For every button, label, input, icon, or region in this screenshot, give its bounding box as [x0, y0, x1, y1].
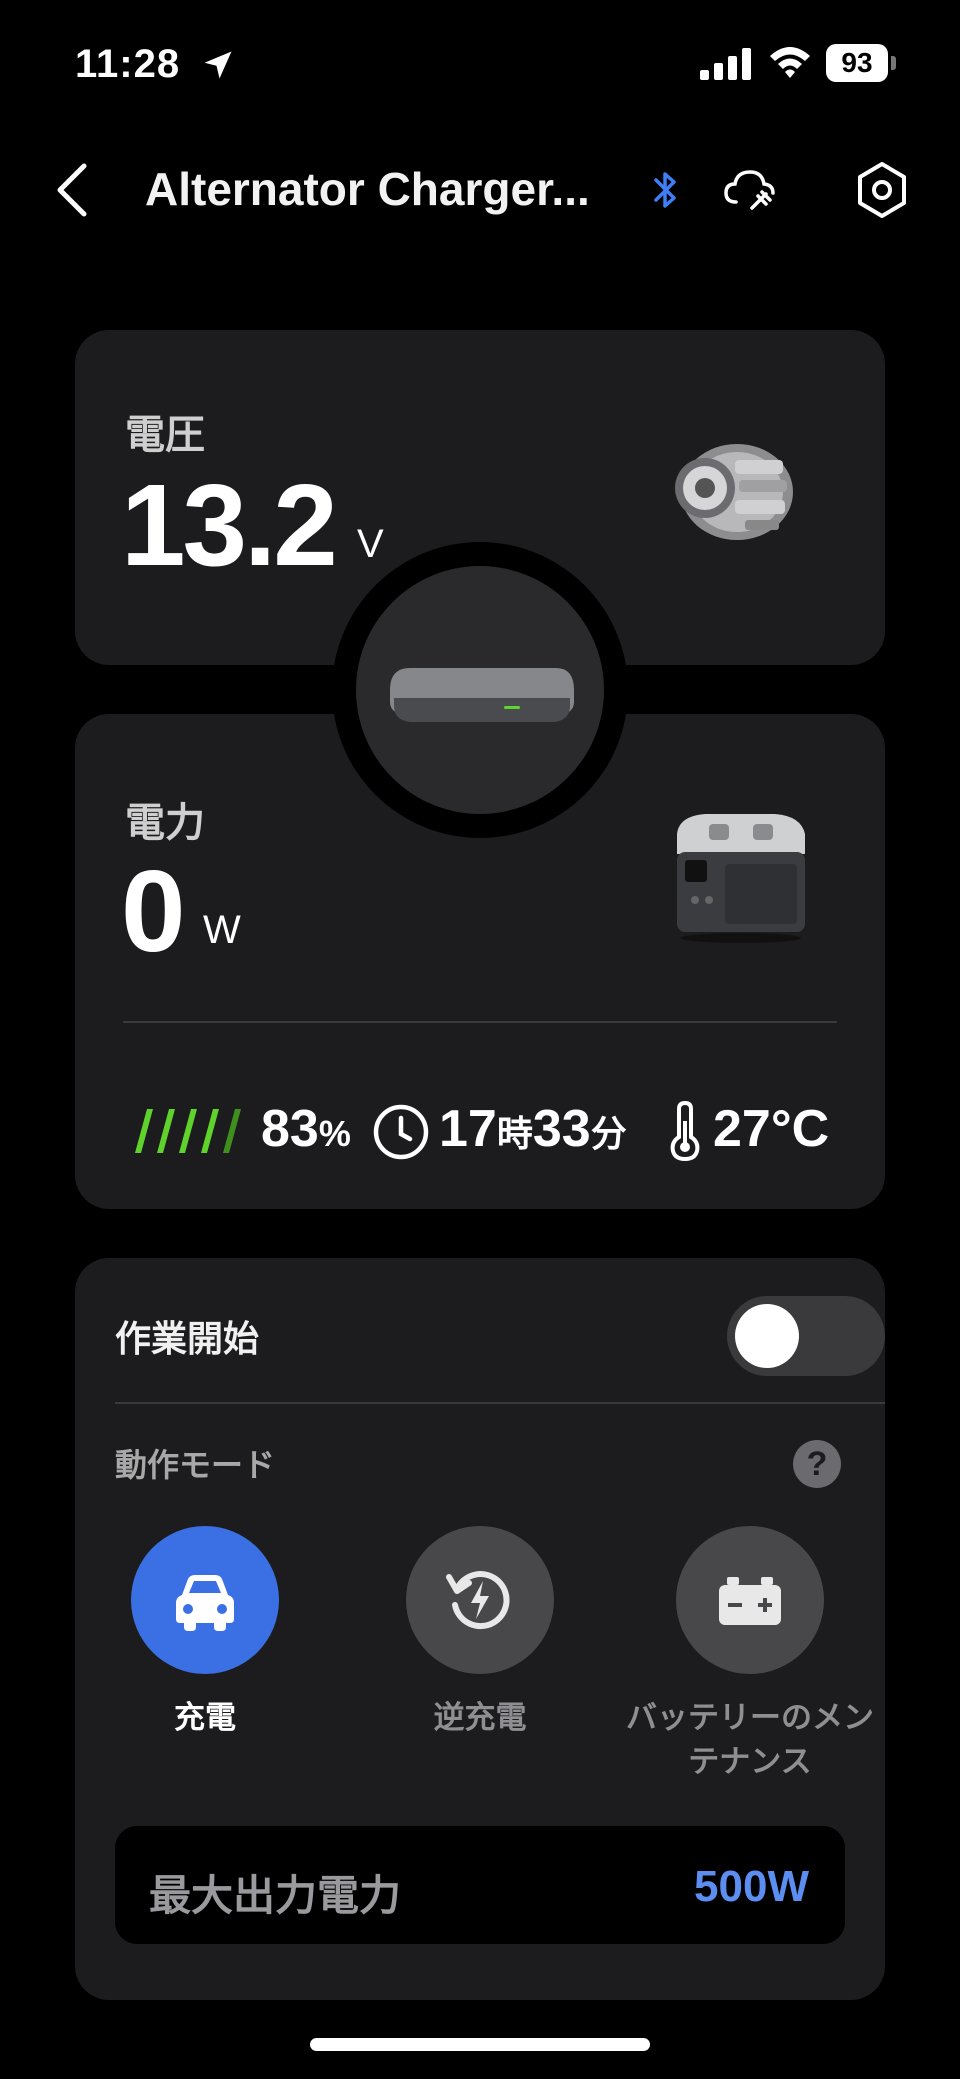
max-output-row[interactable]: 最大出力電力 500W: [115, 1826, 845, 1944]
battery-percent: 83%: [261, 1099, 351, 1159]
wifi-icon: [770, 47, 810, 78]
max-output-label: 最大出力電力: [149, 1872, 402, 1919]
cellular-signal-icon: [700, 48, 751, 80]
alternator-image: [675, 444, 793, 540]
car-battery-icon: [719, 1577, 781, 1625]
clock-icon: [373, 1104, 429, 1160]
battery-indicator: 93: [826, 44, 896, 82]
operations-card: 作業開始 動作モード ? 充電 逆充電 バッテリーのメンテナンス 最大出力電力 …: [75, 1258, 885, 2000]
remaining-time: 17時33分: [439, 1099, 627, 1159]
toggle-knob: [735, 1304, 799, 1368]
remaining-hours: 17: [439, 1100, 497, 1158]
battery-level: 93: [841, 47, 873, 78]
home-indicator[interactable]: [310, 2038, 650, 2051]
battery-percent-unit: %: [318, 1113, 351, 1154]
mode-charge-label: 充電: [174, 1700, 236, 1735]
car-icon: [176, 1575, 234, 1631]
voltage-value: 13.2: [121, 460, 338, 590]
app-header: Alternator Charger...: [0, 140, 960, 240]
reverse-charge-icon: [446, 1571, 510, 1629]
mode-charge[interactable]: 充電: [70, 1526, 340, 1786]
status-time: 11:28: [75, 42, 181, 86]
alternator-charger-device-image: [390, 668, 574, 722]
minutes-unit: 分: [590, 1113, 627, 1154]
mode-reverse-charge-label: 逆充電: [433, 1700, 527, 1735]
voltage-unit: V: [357, 522, 384, 566]
mode-battery-maintenance-button[interactable]: [676, 1526, 824, 1674]
start-work-toggle[interactable]: [727, 1296, 885, 1376]
max-output-value[interactable]: 500W: [694, 1862, 809, 1912]
remaining-minutes: 33: [532, 1100, 591, 1158]
temperature-value: 27°C: [713, 1100, 830, 1158]
power-value: 0: [121, 846, 185, 976]
battery-level-icon: [135, 1109, 241, 1153]
settings-hexagon-icon[interactable]: [854, 160, 910, 220]
hours-unit: 時: [496, 1113, 533, 1154]
thermometer-icon: [670, 1100, 700, 1162]
location-arrow-icon: [204, 51, 232, 79]
mode-battery-maintenance[interactable]: バッテリーのメンテナンス: [615, 1526, 885, 1786]
operation-mode-label: 動作モード: [115, 1447, 276, 1483]
power-unit: W: [203, 908, 241, 952]
battery-tip: [891, 56, 896, 70]
page-title: Alternator Charger...: [145, 163, 590, 215]
power-label: 電力: [125, 801, 205, 845]
mode-reverse-charge[interactable]: 逆充電: [345, 1526, 615, 1786]
mode-reverse-charge-button[interactable]: [406, 1526, 554, 1674]
status-row: 83% 17時33分 27°C: [125, 1089, 855, 1162]
bluetooth-icon: [654, 172, 676, 208]
battery-percent-value: 83: [261, 1100, 319, 1158]
back-chevron-icon[interactable]: [52, 160, 92, 220]
mode-charge-button[interactable]: [131, 1526, 279, 1674]
ops-divider: [115, 1402, 885, 1404]
power-divider: [123, 1021, 837, 1023]
cloud-plug-icon[interactable]: [722, 164, 778, 214]
mode-battery-maintenance-label: バッテリーのメンテナンス: [626, 1700, 874, 1779]
power-station-image: [677, 814, 805, 943]
voltage-label: 電圧: [125, 413, 205, 457]
start-work-label: 作業開始: [115, 1318, 260, 1359]
help-icon[interactable]: ?: [793, 1440, 841, 1488]
status-bar: 11:28 93: [0, 0, 960, 130]
